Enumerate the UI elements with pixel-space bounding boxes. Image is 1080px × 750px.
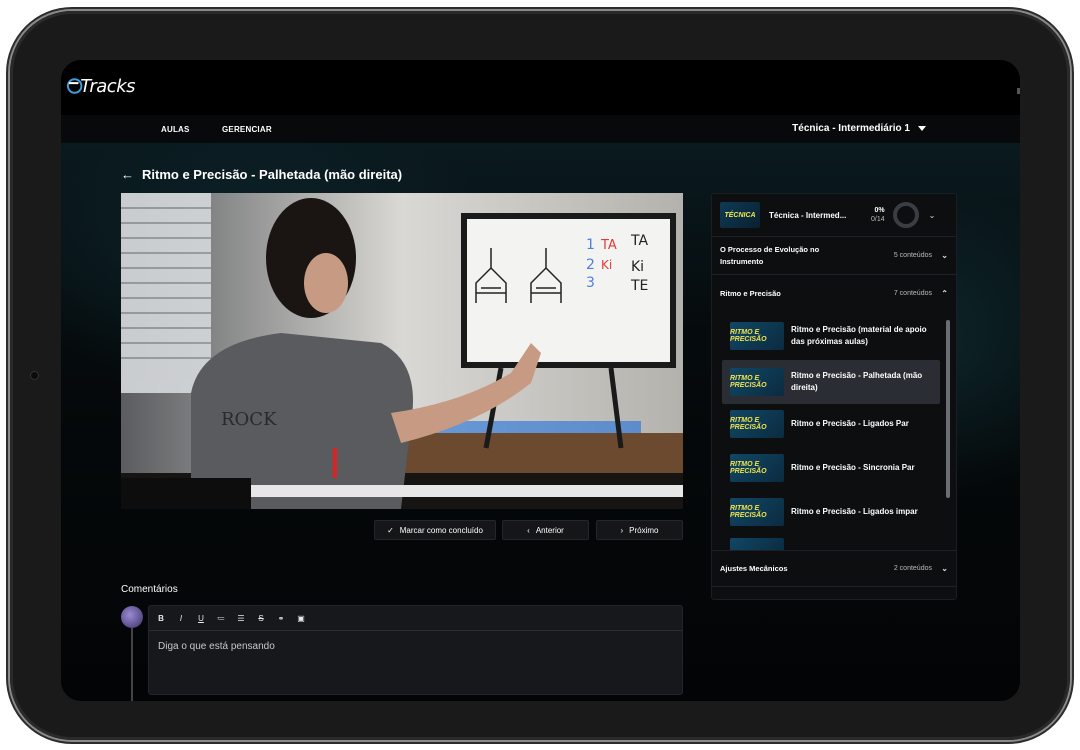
section-item[interactable]: Ajustes Mecânicos 2 conteúdos ⌄: [712, 550, 956, 587]
lesson-thumbnail: RITMO E PRECISÃO: [730, 410, 784, 438]
lesson-thumbnail: RITMO E PRECISÃO: [730, 368, 784, 396]
bold-button[interactable]: B: [157, 614, 165, 623]
progress-ring-icon: [892, 202, 919, 228]
previous-button[interactable]: ‹ Anterior: [502, 520, 589, 540]
check-icon: ✓: [387, 525, 394, 535]
lesson-item-title: Ritmo e Precisão - Ligados impar: [791, 507, 918, 517]
next-label: Próximo: [629, 525, 659, 535]
progress-count: 0/14: [871, 216, 885, 223]
course-sidebar: TÉCNICA Técnica - Intermed... 0% 0/14 ⌄ …: [711, 193, 957, 600]
list-item[interactable]: RITMO E PRECISÃO Ritmo e Precisão - Liga…: [722, 406, 940, 442]
section-item[interactable]: Ritmo e Precisão 7 conteúdos ⌃: [712, 275, 956, 312]
lesson-item-title: Ritmo e Precisão - Palhetada (mão direit…: [791, 371, 923, 392]
italic-button[interactable]: I: [177, 614, 185, 623]
navbar: AULAS GERENCIAR Técnica - Intermediário …: [61, 115, 1020, 143]
lesson-thumbnail: RITMO E PRECISÃO: [730, 498, 784, 526]
chevron-down-icon[interactable]: ⌄: [929, 211, 936, 220]
board-text: TA: [600, 238, 617, 253]
chevron-down-icon: ⌄: [941, 251, 948, 260]
section-count: 5 conteúdos: [893, 252, 932, 259]
section-count: 7 conteúdos: [893, 290, 932, 297]
section-title: O Processo de Evolução no Instrumento: [720, 245, 820, 266]
lesson-title: Ritmo e Precisão - Palhetada (mão direit…: [142, 167, 403, 182]
nav-gerenciar[interactable]: GERENCIAR: [222, 125, 272, 134]
board-text: Ki: [631, 259, 644, 275]
logo[interactable]: Tracks: [65, 74, 135, 98]
ordered-list-icon[interactable]: ≔: [217, 614, 225, 623]
lesson-thumbnail: [730, 538, 784, 550]
divider: [1017, 88, 1020, 94]
board-text: TA: [630, 233, 648, 249]
mark-complete-label: Marcar como concluído: [399, 525, 483, 535]
board-text: 2: [586, 257, 595, 273]
board-text: 3: [586, 275, 595, 291]
list-item[interactable]: [722, 538, 940, 550]
avatar[interactable]: [121, 606, 143, 628]
video-player[interactable]: 1 TA TA 2 Ki Ki 3 TE ROCK: [121, 193, 683, 509]
board-text: TE: [630, 278, 648, 294]
back-arrow-icon[interactable]: ←: [121, 167, 134, 182]
course-name: Técnica - Intermed...: [769, 210, 847, 220]
list-item[interactable]: RITMO E PRECISÃO Ritmo e Precisão - Sinc…: [722, 450, 940, 486]
top-bar: Tracks: [61, 60, 1020, 115]
chevron-down-icon: ⌄: [941, 564, 948, 573]
strikethrough-button[interactable]: S: [257, 614, 265, 623]
mark-complete-button[interactable]: ✓ Marcar como concluído: [374, 520, 496, 540]
board-text: 1: [586, 237, 595, 253]
svg-text:ROCK: ROCK: [221, 409, 277, 430]
next-button[interactable]: › Próximo: [596, 520, 683, 540]
chevron-down-icon: [918, 126, 926, 131]
section-title: Ajustes Mecânicos: [720, 564, 788, 573]
board-text: Ki: [601, 258, 612, 272]
chevron-right-icon: ›: [620, 525, 624, 535]
editor-toolbar: B I U ≔ ☰ S ⚭ ▣: [149, 606, 682, 631]
underline-button[interactable]: U: [197, 614, 205, 623]
lesson-item-title: Ritmo e Precisão (material de apoio das …: [791, 325, 927, 346]
section-item[interactable]: O Processo de Evolução no Instrumento 5 …: [712, 237, 956, 275]
lesson-item-title: Ritmo e Precisão - Sincronia Par: [791, 463, 915, 473]
bullet-list-icon[interactable]: ☰: [237, 614, 245, 623]
list-item[interactable]: RITMO E PRECISÃO Ritmo e Precisão (mater…: [722, 318, 940, 354]
lesson-list[interactable]: RITMO E PRECISÃO Ritmo e Precisão (mater…: [712, 312, 956, 550]
tablet-frame: Tracks AULAS GERENCIAR Técnica - Interme…: [10, 11, 1070, 740]
course-thumbnail: TÉCNICA: [720, 202, 760, 228]
lesson-thumbnail: RITMO E PRECISÃO: [730, 454, 784, 482]
course-progress: 0% 0/14: [871, 207, 885, 223]
chevron-up-icon: ⌃: [941, 289, 948, 298]
lesson-item-title: Ritmo e Precisão - Ligados Par: [791, 419, 909, 429]
course-selector[interactable]: Técnica - Intermediário 1: [792, 123, 926, 134]
page-title: ← Ritmo e Precisão - Palhetada (mão dire…: [121, 167, 402, 182]
course-header[interactable]: TÉCNICA Técnica - Intermed... 0% 0/14 ⌄: [712, 194, 956, 237]
camera-icon: [30, 371, 39, 380]
comment-editor[interactable]: B I U ≔ ☰ S ⚭ ▣ Diga o que está pensando: [148, 605, 683, 695]
image-icon[interactable]: ▣: [297, 614, 305, 623]
chevron-left-icon: ‹: [527, 525, 530, 535]
list-item-active[interactable]: RITMO E PRECISÃO Ritmo e Precisão - Palh…: [722, 360, 940, 404]
link-icon[interactable]: ⚭: [277, 614, 285, 623]
logo-text: Tracks: [80, 75, 135, 97]
list-item[interactable]: RITMO E PRECISÃO Ritmo e Precisão - Liga…: [722, 494, 940, 530]
course-selector-label: Técnica - Intermediário 1: [792, 123, 910, 134]
app-screen: Tracks AULAS GERENCIAR Técnica - Interme…: [61, 60, 1020, 701]
section-title: Ritmo e Precisão: [720, 289, 781, 298]
nav-aulas[interactable]: AULAS: [161, 125, 190, 134]
video-frame: 1 TA TA 2 Ki Ki 3 TE ROCK: [121, 193, 683, 509]
scrollbar[interactable]: [946, 320, 950, 498]
progress-percent: 0%: [874, 207, 885, 214]
comments-heading: Comentários: [121, 584, 178, 595]
previous-label: Anterior: [535, 525, 564, 535]
lesson-thumbnail: RITMO E PRECISÃO: [730, 322, 784, 350]
comment-input[interactable]: Diga o que está pensando: [149, 631, 682, 662]
section-count: 2 conteúdos: [893, 565, 932, 572]
divider: [131, 628, 133, 701]
